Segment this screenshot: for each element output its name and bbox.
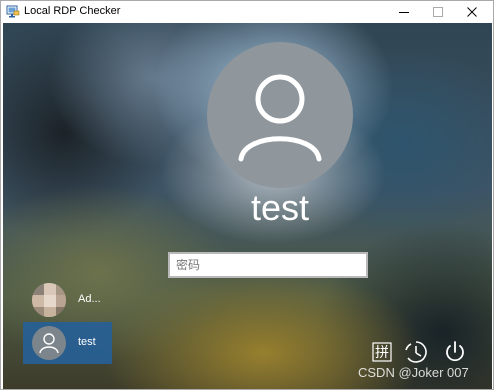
maximize-icon — [433, 7, 443, 17]
ime-label: 拼 — [375, 345, 389, 361]
maximize-button[interactable] — [421, 1, 455, 23]
title-bar[interactable]: Local RDP Checker — [1, 1, 493, 23]
user-icon — [238, 74, 322, 162]
power-icon[interactable] — [443, 340, 467, 364]
username-label: test — [250, 187, 310, 228]
app-window: Local RDP Checker test Ad... test 拼 CSDN… — [0, 0, 494, 390]
close-button[interactable] — [455, 1, 489, 23]
ease-of-access-icon[interactable] — [404, 340, 428, 364]
watermark-text: CSDN @Joker 007 — [358, 365, 469, 380]
user-avatar-large — [207, 42, 353, 188]
user-avatar-small — [32, 326, 66, 360]
user-list-label: Ad... — [78, 293, 101, 305]
user-icon — [39, 333, 59, 354]
blurred-photo-avatar — [32, 283, 66, 317]
rdp-app-icon — [6, 5, 20, 19]
lock-screen: test Ad... test 拼 CSDN @Joker 007 — [3, 23, 492, 389]
user-list-item-admin[interactable]: Ad... — [23, 279, 112, 321]
minimize-button[interactable] — [387, 1, 421, 23]
password-field[interactable] — [168, 252, 368, 278]
user-list-item-test[interactable]: test — [23, 322, 112, 364]
minimize-icon — [399, 12, 409, 13]
window-title: Local RDP Checker — [24, 5, 121, 17]
close-icon — [467, 7, 477, 17]
input-method-icon[interactable]: 拼 — [370, 340, 394, 364]
user-list-label: test — [78, 336, 96, 348]
